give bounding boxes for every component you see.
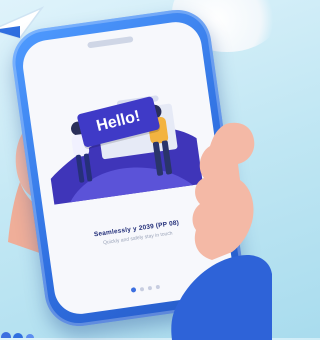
- phone-notch: [87, 36, 134, 49]
- right-hand: [171, 122, 272, 340]
- bottom-decoration: [1, 332, 34, 338]
- scene: Hello! Seamlessly y 2039 (PP 08) Quickly…: [0, 0, 282, 340]
- blue-sleeve: [171, 254, 272, 340]
- page-dot[interactable]: [139, 286, 144, 292]
- page-dot[interactable]: [130, 287, 136, 293]
- page-dot[interactable]: [147, 285, 152, 290]
